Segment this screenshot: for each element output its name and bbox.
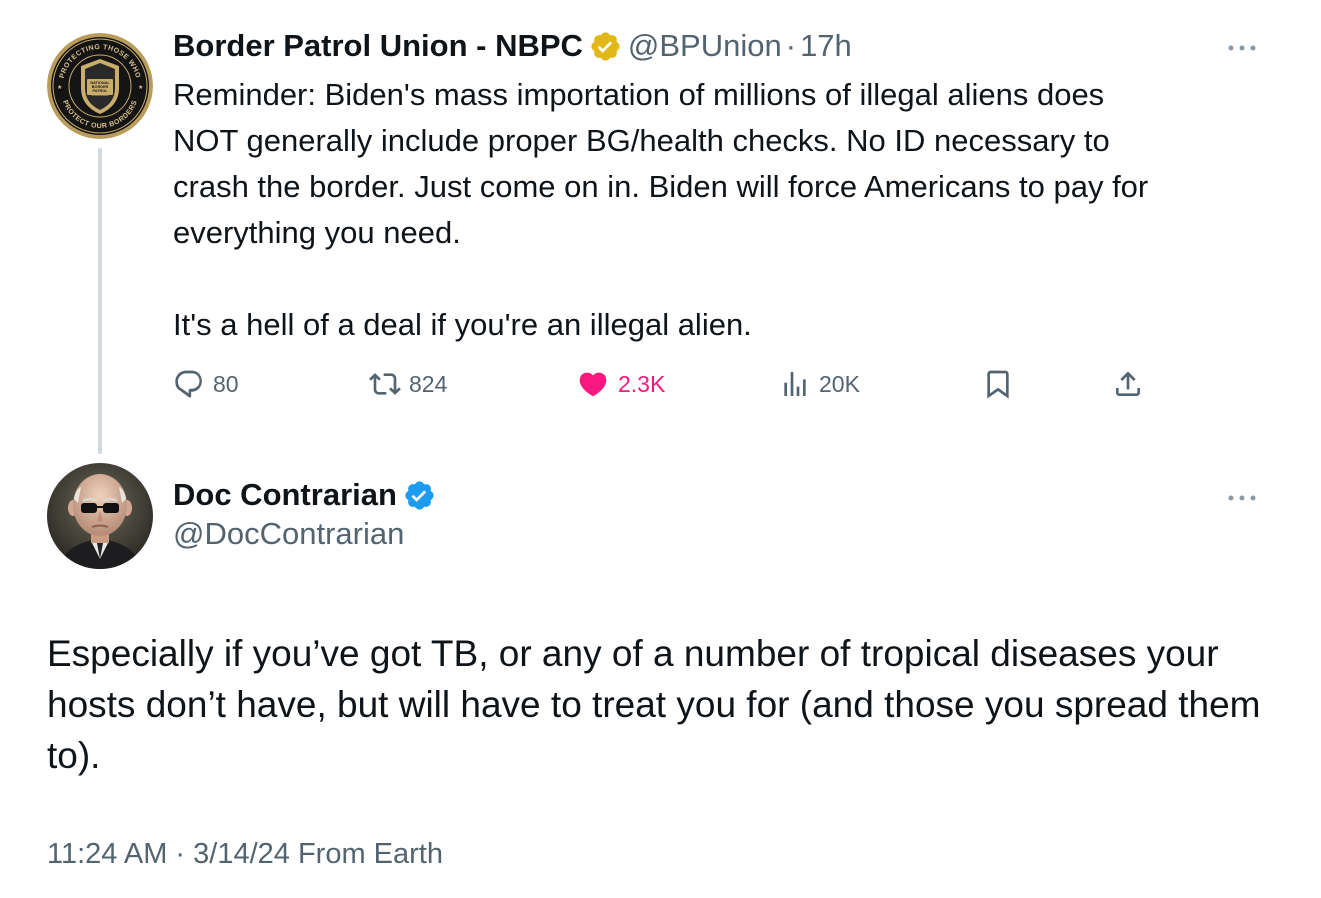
- timestamp[interactable]: 17h: [800, 28, 852, 64]
- reply-button[interactable]: 80: [173, 362, 239, 406]
- gold-verified-badge-icon[interactable]: [589, 30, 622, 63]
- share-button[interactable]: [1112, 362, 1144, 406]
- blue-verified-badge-icon[interactable]: [403, 479, 436, 512]
- display-name[interactable]: Border Patrol Union - NBPC: [173, 28, 583, 64]
- repost-button[interactable]: 824: [369, 362, 447, 406]
- svg-text:★: ★: [138, 84, 143, 91]
- views-button[interactable]: 20K: [779, 362, 860, 406]
- heart-filled-icon: [576, 368, 610, 400]
- svg-text:★: ★: [57, 84, 62, 91]
- handle[interactable]: @BPUnion: [628, 28, 782, 64]
- more-options-icon[interactable]: [1226, 490, 1258, 501]
- bookmark-button[interactable]: [982, 362, 1014, 406]
- display-name[interactable]: Doc Contrarian: [173, 477, 397, 513]
- handle[interactable]: @DocContrarian: [173, 516, 404, 552]
- share-upload-icon: [1112, 368, 1144, 400]
- reply-icon: [173, 368, 205, 400]
- like-count: 2.3K: [618, 370, 666, 397]
- tweet-detail-page: PROTECTING THOSE WHO PROTECT OUR BORDERS…: [0, 0, 1321, 898]
- tweet-timestamp-meta[interactable]: 11:24 AM · 3/14/24 From Earth: [47, 838, 443, 871]
- border-patrol-council-seal-icon: PROTECTING THOSE WHO PROTECT OUR BORDERS…: [47, 33, 153, 139]
- reply-count: 80: [213, 370, 239, 397]
- analytics-bars-icon: [779, 368, 811, 400]
- view-count: 20K: [819, 370, 860, 397]
- reply-tweet-text: Especially if you’ve got TB, or any of a…: [47, 633, 1261, 776]
- more-options-icon[interactable]: [1226, 40, 1258, 51]
- bald-man-with-glasses-portrait-icon: [47, 463, 153, 569]
- thread-connector-line: [98, 148, 102, 454]
- like-button[interactable]: 2.3K: [576, 362, 665, 406]
- repost-icon: [369, 368, 401, 400]
- tweet-header: Border Patrol Union - NBPC @BPUnion · 17…: [173, 24, 852, 68]
- repost-count: 824: [409, 370, 448, 397]
- avatar[interactable]: [47, 463, 153, 569]
- reply-author-name-row: Doc Contrarian: [173, 473, 442, 517]
- svg-text:COUNCIL: COUNCIL: [91, 93, 109, 97]
- tweet-text: Reminder: Biden's mass importation of mi…: [173, 77, 1149, 342]
- separator-dot: ·: [785, 28, 797, 63]
- avatar[interactable]: PROTECTING THOSE WHO PROTECT OUR BORDERS…: [47, 33, 153, 139]
- bookmark-icon: [982, 368, 1014, 400]
